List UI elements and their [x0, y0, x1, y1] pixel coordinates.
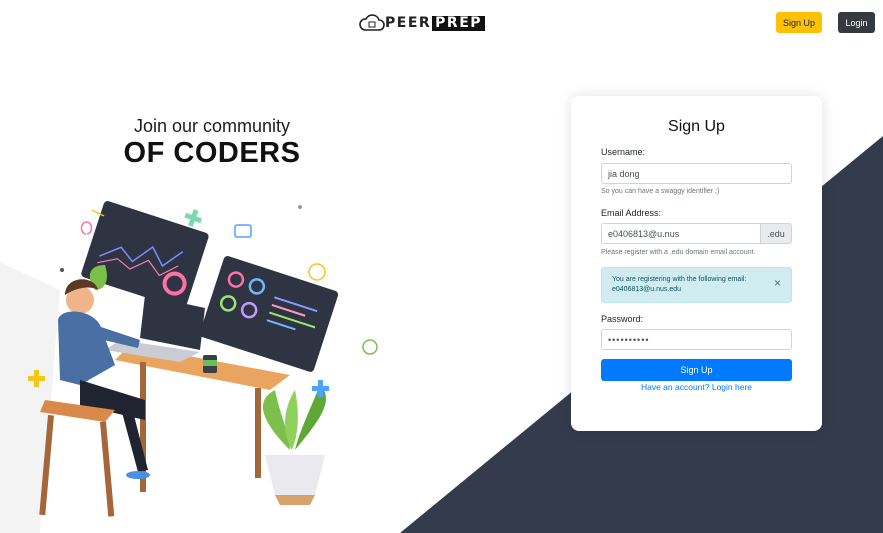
signup-card: Sign Up Username: jia dong So you can ha… [571, 96, 822, 431]
cloud-logo-icon [359, 14, 385, 31]
username-help: So you can have a swaggy identifier ;) [601, 188, 720, 195]
email-help: Please register with a .edu domain email… [601, 249, 756, 256]
email-label: Email Address: [601, 208, 662, 218]
hero-line-2: OF CODERS [123, 137, 301, 169]
nav-signup-button[interactable]: Sign Up [776, 12, 822, 33]
password-input[interactable]: •••••••••• [601, 329, 792, 350]
alert-line-1: You are registering with the following e… [612, 276, 747, 283]
login-link[interactable]: Have an account? Login here [571, 382, 822, 392]
signup-submit-button[interactable]: Sign Up [601, 359, 792, 381]
email-domain-suffix: .edu [760, 223, 792, 244]
email-info-alert: You are registering with the following e… [601, 267, 792, 303]
username-label: Username: [601, 147, 646, 157]
coder-illustration [28, 201, 378, 517]
username-input[interactable]: jia dong [601, 163, 792, 184]
navbar: PEER PREP Sign Up Login [0, 0, 883, 46]
close-icon[interactable]: × [774, 277, 781, 289]
alert-line-2: e0406813@u.nus.edu [612, 286, 681, 293]
brand-text-peer: PEER [385, 15, 432, 31]
email-input[interactable]: e0406813@u.nus [601, 223, 761, 244]
nav-login-button[interactable]: Login [838, 12, 875, 33]
brand-text-prep: PREP [432, 15, 486, 31]
password-label: Password: [601, 314, 644, 324]
brand-logo[interactable]: PEER PREP [359, 13, 486, 33]
signup-title: Sign Up [668, 118, 725, 135]
hero-line-1: Join our community [133, 116, 291, 136]
